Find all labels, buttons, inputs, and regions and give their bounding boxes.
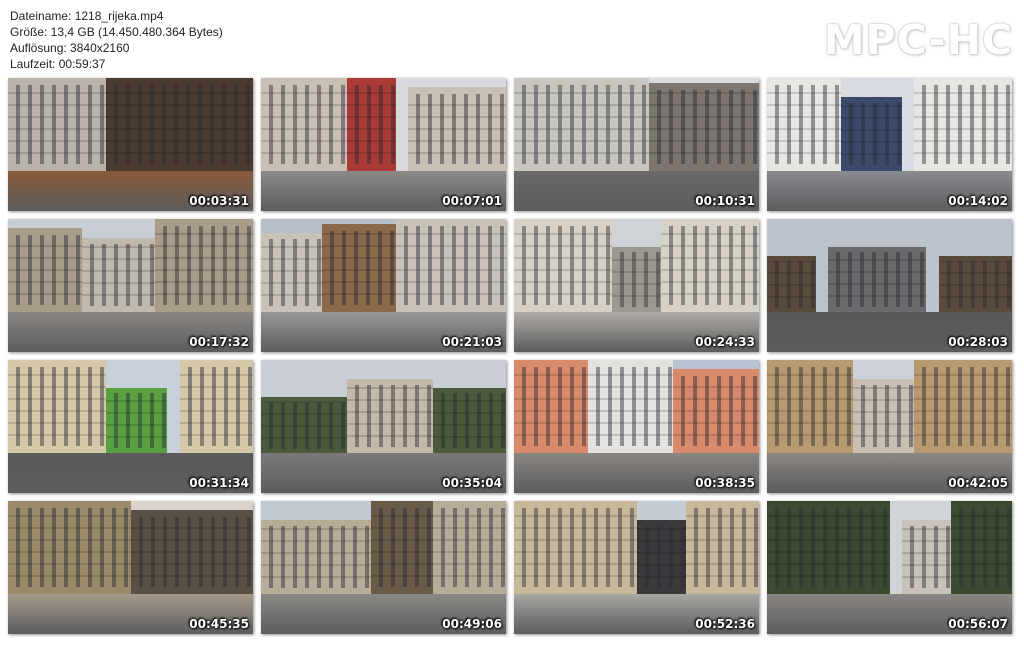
video-thumbnail[interactable]: 00:07:01 bbox=[261, 78, 506, 211]
file-size-line: Größe: 13,4 GB (14.450.480.364 Bytes) bbox=[10, 25, 223, 39]
thumbnail-timestamp: 00:35:04 bbox=[442, 476, 502, 490]
thumbnail-timestamp: 00:10:31 bbox=[695, 194, 755, 208]
video-thumbnail[interactable]: 00:24:33 bbox=[514, 219, 759, 352]
video-thumbnail[interactable]: 00:45:35 bbox=[8, 501, 253, 634]
thumbnail-timestamp: 00:49:06 bbox=[442, 617, 502, 631]
thumbnail-frame-image bbox=[767, 219, 1012, 352]
thumbnail-timestamp: 00:07:01 bbox=[442, 194, 502, 208]
thumbnail-frame-image bbox=[261, 360, 506, 493]
video-thumbnail[interactable]: 00:17:32 bbox=[8, 219, 253, 352]
thumbnail-grid: 00:03:31 00:07:01 00:10:31 00:14:02 00:17:32… bbox=[8, 78, 1012, 634]
video-thumbnail[interactable]: 00:52:36 bbox=[514, 501, 759, 634]
thumbnail-frame-image bbox=[767, 360, 1012, 493]
video-thumbnail[interactable]: 00:03:31 bbox=[8, 78, 253, 211]
mpc-hc-logo: MPC-HC bbox=[823, 16, 1013, 64]
thumbnail-timestamp: 00:03:31 bbox=[189, 194, 249, 208]
thumbnail-frame-image bbox=[514, 219, 759, 352]
thumbnail-frame-image bbox=[8, 78, 253, 211]
video-thumbnail[interactable]: 00:31:34 bbox=[8, 360, 253, 493]
video-thumbnail[interactable]: 00:56:07 bbox=[767, 501, 1012, 634]
thumbnail-frame-image bbox=[514, 78, 759, 211]
thumbnail-timestamp: 00:31:34 bbox=[189, 476, 249, 490]
thumbnail-frame-image bbox=[514, 501, 759, 634]
thumbnail-timestamp: 00:17:32 bbox=[189, 335, 249, 349]
resolution-line: Auflösung: 3840x2160 bbox=[10, 41, 130, 55]
video-thumbnail[interactable]: 00:10:31 bbox=[514, 78, 759, 211]
thumbnail-timestamp: 00:38:35 bbox=[695, 476, 755, 490]
thumbnail-timestamp: 00:56:07 bbox=[948, 617, 1008, 631]
thumbnail-frame-image bbox=[8, 219, 253, 352]
thumbnail-frame-image bbox=[514, 360, 759, 493]
thumbnail-timestamp: 00:28:03 bbox=[948, 335, 1008, 349]
video-thumbnail[interactable]: 00:21:03 bbox=[261, 219, 506, 352]
file-name-line: Dateiname: 1218_rijeka.mp4 bbox=[10, 9, 164, 23]
video-thumbnail[interactable]: 00:14:02 bbox=[767, 78, 1012, 211]
video-thumbnail[interactable]: 00:35:04 bbox=[261, 360, 506, 493]
thumbnail-frame-image bbox=[261, 219, 506, 352]
thumbnail-frame-image bbox=[261, 501, 506, 634]
thumbnail-timestamp: 00:21:03 bbox=[442, 335, 502, 349]
video-thumbnail[interactable]: 00:38:35 bbox=[514, 360, 759, 493]
thumbnail-timestamp: 00:14:02 bbox=[948, 194, 1008, 208]
duration-line: Laufzeit: 00:59:37 bbox=[10, 57, 106, 71]
thumbnail-frame-image bbox=[767, 501, 1012, 634]
thumbnail-frame-image bbox=[261, 78, 506, 211]
video-thumbnail[interactable]: 00:49:06 bbox=[261, 501, 506, 634]
video-thumbnail[interactable]: 00:28:03 bbox=[767, 219, 1012, 352]
thumbnail-timestamp: 00:24:33 bbox=[695, 335, 755, 349]
thumbnail-timestamp: 00:42:05 bbox=[948, 476, 1008, 490]
thumbnail-frame-image bbox=[8, 360, 253, 493]
thumbnail-frame-image bbox=[8, 501, 253, 634]
file-info-panel: Dateiname: 1218_rijeka.mp4 Größe: 13,4 G… bbox=[10, 8, 223, 72]
thumbnail-timestamp: 00:45:35 bbox=[189, 617, 249, 631]
thumbnail-frame-image bbox=[767, 78, 1012, 211]
thumbnail-timestamp: 00:52:36 bbox=[695, 617, 755, 631]
video-thumbnail[interactable]: 00:42:05 bbox=[767, 360, 1012, 493]
